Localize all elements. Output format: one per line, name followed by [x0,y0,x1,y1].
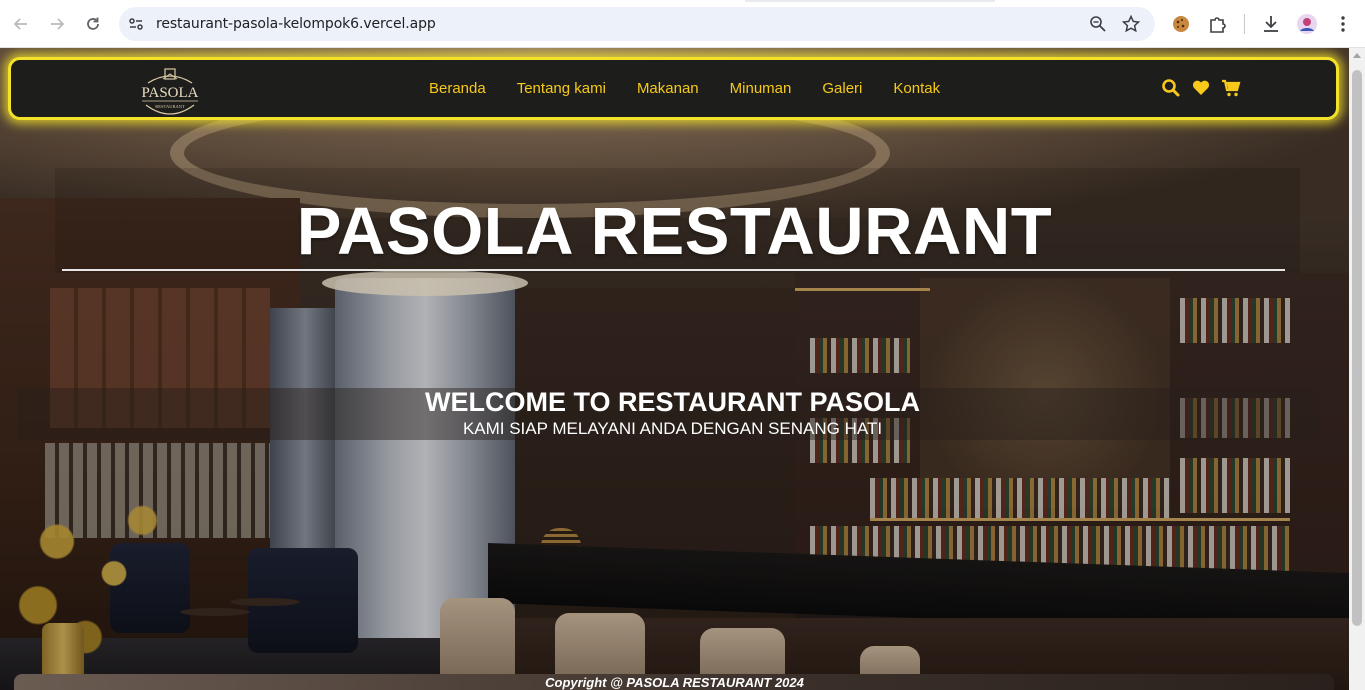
nav-galeri[interactable]: Galeri [822,80,862,97]
tab-strip-edge [745,0,995,2]
logo-wordmark: PASOLA [142,85,199,101]
welcome-subtitle: KAMI SIAP MELAYANI ANDA DENGAN SENANG HA… [462,419,883,438]
bookmark-star-icon[interactable] [1121,14,1141,34]
search-icon[interactable] [1161,78,1181,98]
nav-beranda[interactable]: Beranda [429,80,486,97]
hero-background [0,48,1349,690]
site-navbar: PASOLA RESTAURANT Beranda Tentang kami M… [8,57,1339,120]
heart-icon[interactable] [1191,78,1211,98]
main-menu: Beranda Tentang kami Makanan Minuman Gal… [429,60,971,117]
zoom-icon[interactable] [1089,15,1107,33]
url-text[interactable]: restaurant-pasola-kelompok6.vercel.app [156,16,436,32]
pasola-logo[interactable]: PASOLA RESTAURANT [136,65,204,119]
copyright-text: Copyright @ PASOLA RESTAURANT 2024 [545,675,804,690]
extensions-puzzle-icon[interactable] [1207,13,1229,35]
scroll-up-icon[interactable] [1353,53,1361,58]
image-overlay [0,48,1349,690]
nav-makanan[interactable]: Makanan [637,80,699,97]
profile-avatar[interactable] [1296,13,1318,35]
cookie-extension-icon[interactable] [1170,13,1192,35]
download-icon[interactable] [1260,13,1282,35]
page-viewport: PASOLA RESTAURANT Beranda Tentang kami M… [0,48,1349,690]
scrollbar-thumb[interactable] [1352,70,1362,626]
welcome-heading: WELCOME TO RESTAURANT PASOLA [425,387,920,417]
toolbar-separator [1244,14,1245,34]
hero-title: PASOLA RESTAURANT [296,194,1053,269]
hero-divider [62,269,1285,271]
reload-icon[interactable] [81,12,105,36]
cart-icon[interactable] [1221,78,1241,98]
nav-actions [1161,78,1251,98]
nav-kontak[interactable]: Kontak [893,80,940,97]
address-bar[interactable]: restaurant-pasola-kelompok6.vercel.app [119,7,1155,41]
page-scrollbar[interactable] [1349,48,1365,690]
site-info-icon[interactable] [128,16,144,32]
browser-toolbar: restaurant-pasola-kelompok6.vercel.app [0,0,1365,48]
forward-icon[interactable] [45,12,69,36]
nav-minuman[interactable]: Minuman [730,80,792,97]
back-icon[interactable] [9,12,33,36]
more-menu-icon[interactable] [1332,13,1354,35]
nav-tentang-kami[interactable]: Tentang kami [517,80,606,97]
logo-subtext: RESTAURANT [155,104,185,109]
